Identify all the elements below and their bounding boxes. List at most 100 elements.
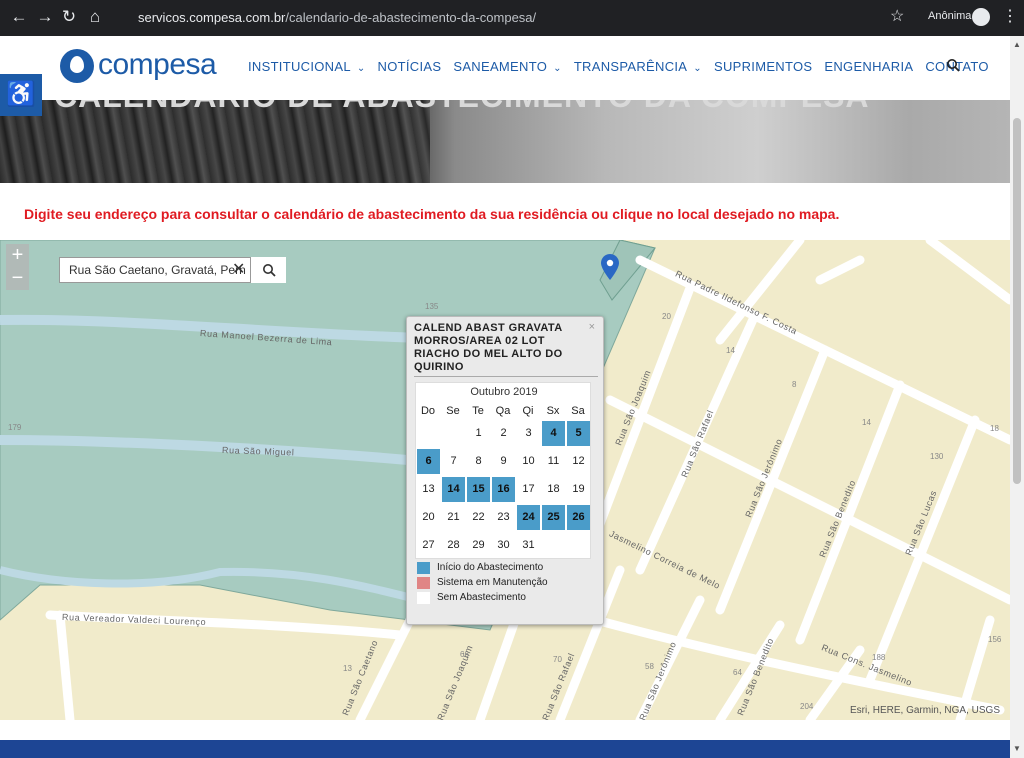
calendar-day: 25 (542, 505, 565, 530)
calendar-weekday: Qi (522, 405, 534, 417)
calendar-day: 24 (517, 505, 540, 530)
calendar-day: 2 (500, 427, 507, 439)
calendar-day: 14 (442, 477, 465, 502)
calendar-day: 10 (522, 455, 535, 467)
scroll-up-icon[interactable]: ▲ (1013, 40, 1021, 49)
nav-item-suprimentos[interactable]: SUPRIMENTOS (714, 59, 812, 74)
incognito-avatar-icon[interactable] (972, 8, 990, 26)
page-scrollbar[interactable]: ▲ ▼ (1010, 36, 1024, 758)
url-path: /calendario-de-abastecimento-da-compesa/ (285, 10, 537, 25)
map-number: 18 (990, 424, 999, 433)
map-attribution: Esri, HERE, Garmin, NGA, USGS (849, 705, 1000, 716)
calendar-day: 31 (522, 539, 535, 551)
nav-item-notícias[interactable]: NOTÍCIAS (378, 59, 442, 74)
calendar-day: 1 (475, 427, 482, 439)
legend-swatch (417, 562, 430, 574)
nav-item-label: INSTITUCIONAL (248, 59, 351, 74)
instruction-text: Digite seu endereço para consultar o cal… (24, 206, 840, 222)
nav-item-engenharia[interactable]: ENGENHARIA (824, 59, 913, 74)
calendar-day: 18 (547, 483, 560, 495)
calendar-day: 27 (422, 539, 435, 551)
map-number: 188 (872, 653, 886, 662)
calendar-day: 13 (422, 483, 435, 495)
nav-item-label: SANEAMENTO (453, 59, 548, 74)
scroll-down-icon[interactable]: ▼ (1013, 744, 1021, 753)
map-number: 204 (800, 702, 814, 711)
map-number: 130 (930, 452, 944, 461)
map-number: 135 (425, 302, 439, 311)
calendar-day: 7 (450, 455, 457, 467)
search-button[interactable] (250, 257, 286, 283)
calendar-weekday: Sa (571, 405, 585, 417)
main-nav: INSTITUCIONAL ⌄ NOTÍCIAS SANEAMENTO ⌄ TRANSPA… (248, 59, 1001, 74)
back-icon[interactable]: ← (8, 6, 30, 28)
calendar-legend: Início do Abastecimento Sistema em Manute… (417, 561, 548, 606)
supply-calendar: Outubro 2019 Do Se Te Qa Qi Sx Sa 1 2 3 4 5 6 7 8 9 10 11… (415, 382, 591, 559)
footer-bar (0, 740, 1010, 758)
location-pin-icon[interactable] (601, 254, 619, 280)
zoom-out-button[interactable]: − (6, 267, 29, 290)
clear-icon[interactable]: ✕ (232, 261, 245, 279)
map-number: 20 (662, 312, 671, 321)
legend-item: Sistema em Manutenção (417, 576, 548, 591)
logo-text[interactable]: compesa (98, 48, 217, 82)
profile-label: Anônima (928, 10, 972, 22)
hero-banner: CALENDÁRIO DE ABASTECIMENTO DA COMPESA (0, 100, 1010, 183)
calendar-weekday: Qa (495, 405, 511, 417)
calendar-day: 3 (525, 427, 532, 439)
nav-item-label: TRANSPARÊNCIA (573, 59, 688, 74)
site-header: compesa INSTITUCIONAL ⌄ NOTÍCIAS SANEAMENTO… (0, 36, 1010, 100)
calendar-day: 5 (567, 421, 590, 446)
legend-label: Sistema em Manutenção (437, 577, 548, 588)
calendar-month: Outubro 2019 (470, 386, 538, 398)
calendar-day: 17 (522, 483, 535, 495)
home-icon[interactable]: ⌂ (84, 6, 106, 28)
nav-item-institucional[interactable]: INSTITUCIONAL ⌄ (248, 59, 366, 74)
map-number: 64 (733, 668, 742, 677)
calendar-day: 21 (447, 511, 460, 523)
popup-title: CALEND ABAST GRAVATA MORROS/AREA 02 LOT … (414, 322, 563, 373)
nav-item-label: ENGENHARIA (824, 59, 914, 74)
search-icon[interactable] (946, 58, 960, 72)
address-bar[interactable]: servicos.compesa.com.br/calendario-de-ab… (112, 5, 912, 31)
browser-menu-icon[interactable]: ⋮ (1002, 7, 1018, 27)
calendar-day: 28 (447, 539, 460, 551)
zoom-in-button[interactable]: + (6, 244, 29, 267)
calendar-weekday: Sx (546, 405, 560, 417)
calendar-day: 12 (572, 455, 585, 467)
close-icon[interactable]: × (589, 321, 595, 333)
map-number: 8 (792, 380, 797, 389)
info-popup: × CALEND ABAST GRAVATA MORROS/AREA 02 LO… (406, 316, 604, 625)
bookmark-star-icon[interactable]: ☆ (890, 6, 904, 26)
url-host: servicos.compesa.com.br (138, 10, 286, 25)
legend-label: Início do Abastecimento (437, 562, 544, 573)
nav-item-saneamento[interactable]: SANEAMENTO ⌄ (453, 59, 561, 74)
calendar-day: 20 (422, 511, 435, 523)
forward-icon[interactable]: → (34, 6, 56, 28)
map-number: 14 (862, 418, 871, 427)
calendar-day: 19 (572, 483, 585, 495)
calendar-day: 15 (467, 477, 490, 502)
nav-item-label: NOTÍCIAS (377, 59, 442, 74)
chevron-down-icon: ⌄ (356, 63, 366, 74)
accessibility-button[interactable]: ♿ (0, 74, 42, 116)
legend-label: Sem Abastecimento (437, 592, 526, 603)
popup-divider (414, 376, 598, 377)
nav-item-transparência[interactable]: TRANSPARÊNCIA ⌄ (574, 59, 702, 74)
compesa-logo-icon[interactable] (60, 49, 94, 83)
chevron-down-icon: ⌄ (693, 63, 702, 74)
search-icon (263, 264, 276, 277)
legend-item: Início do Abastecimento (417, 561, 548, 576)
calendar-day: 26 (567, 505, 590, 530)
calendar-day: 16 (492, 477, 515, 502)
nav-item-label: SUPRIMENTOS (713, 59, 813, 74)
map-number: 58 (645, 662, 654, 671)
map-number: 66 (460, 650, 469, 659)
legend-swatch (417, 592, 430, 604)
scrollbar-thumb[interactable] (1013, 118, 1021, 484)
reload-icon[interactable]: ↻ (58, 6, 80, 28)
address-search-input[interactable] (60, 258, 248, 282)
calendar-weekday: Se (446, 405, 460, 417)
map-number: 70 (553, 655, 562, 664)
calendar-day: 6 (417, 449, 440, 474)
